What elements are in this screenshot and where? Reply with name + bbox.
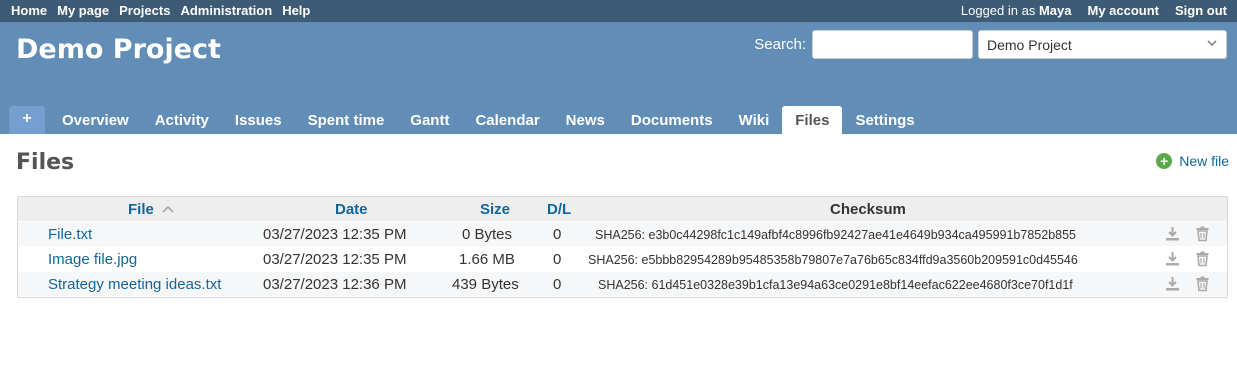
top-menu-administration[interactable]: Administration xyxy=(180,3,272,18)
tab-overview[interactable]: Overview xyxy=(49,106,142,134)
tab-spent-time[interactable]: Spent time xyxy=(295,106,398,134)
file-link[interactable]: Strategy meeting ideas.txt xyxy=(48,276,221,293)
user-link[interactable]: Maya xyxy=(1039,3,1072,18)
sort-asc-icon xyxy=(162,201,174,218)
trash-icon[interactable] xyxy=(1194,275,1211,292)
tab-wiki[interactable]: Wiki xyxy=(726,106,783,134)
search-label: Search: xyxy=(754,36,806,53)
table-row: Image file.jpg 03/27/2023 12:35 PM 1.66 … xyxy=(18,246,1227,271)
top-menu: Home My page Projects Administration Hel… xyxy=(0,0,1237,22)
file-date: 03/27/2023 12:35 PM xyxy=(263,226,407,243)
file-size: 439 Bytes xyxy=(452,276,519,293)
download-icon[interactable] xyxy=(1164,275,1181,292)
tab-calendar[interactable]: Calendar xyxy=(462,106,552,134)
trash-icon[interactable] xyxy=(1194,250,1211,267)
tab-issues[interactable]: Issues xyxy=(222,106,295,134)
file-checksum: SHA256: e3b0c44298fc1c149afbf4c8996fb924… xyxy=(595,228,1076,242)
main-menu: + Overview Activity Issues Spent time Ga… xyxy=(9,106,928,134)
file-checksum: SHA256: 61d451e0328e39b1cfa13e94a63ce029… xyxy=(598,278,1073,292)
trash-icon[interactable] xyxy=(1194,225,1211,242)
chevron-down-icon xyxy=(1206,37,1218,52)
file-date: 03/27/2023 12:35 PM xyxy=(263,251,407,268)
date-column-header[interactable]: Date xyxy=(335,201,368,218)
logged-in-prefix: Logged in as xyxy=(960,3,1036,18)
add-icon: + xyxy=(1156,153,1173,169)
tab-files[interactable]: Files xyxy=(782,106,843,134)
search-input[interactable] xyxy=(812,30,973,59)
table-header: File Date Size D/L Checksum xyxy=(18,197,1227,221)
project-jump-value: Demo Project xyxy=(987,37,1072,53)
new-file-label: New file xyxy=(1179,153,1229,169)
files-table: File Date Size D/L Checksum File.txt 03/… xyxy=(17,196,1228,298)
file-date: 03/27/2023 12:36 PM xyxy=(263,276,407,293)
checksum-column-header: Checksum xyxy=(830,201,906,218)
top-menu-home[interactable]: Home xyxy=(11,3,47,18)
table-row: File.txt 03/27/2023 12:35 PM 0 Bytes 0 S… xyxy=(18,221,1227,246)
my-account-link[interactable]: My account xyxy=(1087,3,1159,18)
dl-column-header[interactable]: D/L xyxy=(547,201,571,218)
file-downloads: 0 xyxy=(553,251,562,268)
project-jump-select[interactable]: Demo Project xyxy=(978,30,1227,59)
download-icon[interactable] xyxy=(1164,250,1181,267)
top-menu-left: Home My page Projects Administration Hel… xyxy=(11,3,310,18)
sign-out-link[interactable]: Sign out xyxy=(1175,3,1227,18)
tab-documents[interactable]: Documents xyxy=(618,106,726,134)
file-downloads: 0 xyxy=(553,226,562,243)
top-menu-my-page[interactable]: My page xyxy=(57,3,109,18)
tab-news[interactable]: News xyxy=(553,106,618,134)
file-downloads: 0 xyxy=(553,276,562,293)
header: Demo Project Search: Demo Project + Over… xyxy=(0,22,1237,134)
file-header-label: File xyxy=(128,201,154,218)
quick-search: Search: Demo Project xyxy=(754,30,1227,59)
top-menu-right: Logged in as Maya My account Sign out xyxy=(961,3,1227,18)
project-title: Demo Project xyxy=(16,34,221,65)
file-link[interactable]: File.txt xyxy=(48,226,92,243)
file-link[interactable]: Image file.jpg xyxy=(48,251,137,268)
top-menu-help[interactable]: Help xyxy=(282,3,310,18)
logged-in-as: Logged in as Maya xyxy=(961,3,1072,18)
download-icon[interactable] xyxy=(1164,225,1181,242)
tab-activity[interactable]: Activity xyxy=(142,106,222,134)
top-menu-projects[interactable]: Projects xyxy=(119,3,170,18)
size-column-header[interactable]: Size xyxy=(480,201,510,218)
file-checksum: SHA256: e5bbb82954289b95485358b79807e7a7… xyxy=(588,253,1078,267)
tab-settings[interactable]: Settings xyxy=(842,106,927,134)
new-file-button[interactable]: + New file xyxy=(1156,153,1229,169)
new-object-tab[interactable]: + xyxy=(9,106,45,134)
tab-gantt[interactable]: Gantt xyxy=(397,106,462,134)
page-title: Files xyxy=(16,150,75,175)
file-size: 0 Bytes xyxy=(462,226,513,243)
file-size: 1.66 MB xyxy=(459,251,515,268)
file-column-header[interactable]: File xyxy=(128,201,174,218)
table-row: Strategy meeting ideas.txt 03/27/2023 12… xyxy=(18,271,1227,296)
